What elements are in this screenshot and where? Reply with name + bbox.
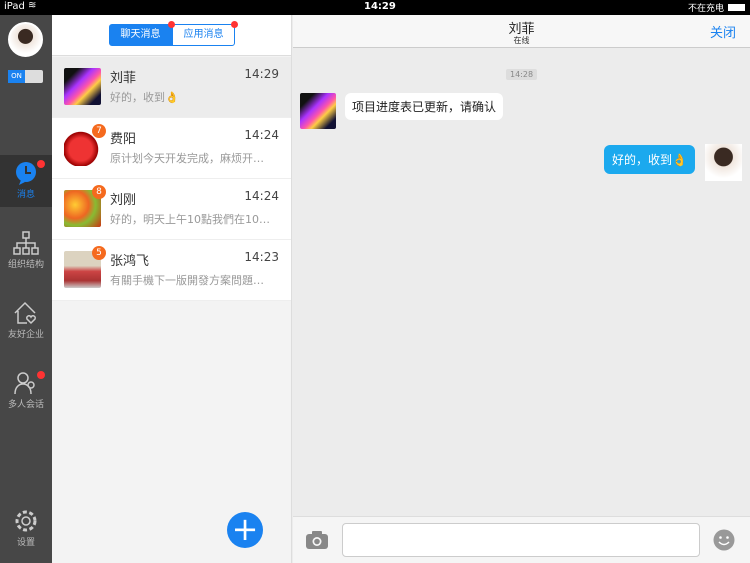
gear-icon	[15, 510, 37, 532]
clock: 14:29	[364, 1, 396, 12]
wifi-icon: ≋	[28, 0, 37, 11]
org-chart-icon	[13, 231, 39, 255]
sidebar-item-group-chat[interactable]: 多人会话	[0, 365, 52, 417]
my-avatar[interactable]	[705, 144, 742, 181]
camera-icon[interactable]	[305, 530, 329, 550]
house-heart-icon	[14, 301, 36, 325]
message-clock-icon	[16, 162, 36, 185]
status-bar: iPad ≋ 14:29 不在充电	[0, 0, 750, 15]
conversation-item[interactable]: 刘菲 14:29 好的，收到👌	[52, 57, 291, 118]
contact-avatar[interactable]	[300, 93, 336, 129]
avatar	[64, 68, 101, 105]
conversation-item[interactable]: 8 刘刚 14:24 好的，明天上午10點我們在10…	[52, 179, 291, 240]
message-bubble-sent: 好的，收到👌	[604, 145, 695, 174]
unread-dot	[168, 21, 175, 28]
conversation-panel: 聊天消息 应用消息 刘菲 14:29 好的，收到👌 7 费阳 14:24 原计划…	[52, 15, 292, 563]
device-label: iPad	[4, 1, 25, 12]
emoji-icon[interactable]	[713, 529, 735, 551]
sidebar: ON 消息 组织结构 友好企业 多人会话 设置	[0, 15, 52, 563]
chat-status: 在线	[513, 36, 530, 45]
group-icon	[14, 372, 35, 395]
sidebar-item-messages[interactable]: 消息	[0, 155, 52, 207]
unread-dot	[37, 371, 45, 379]
add-conversation-button[interactable]: +	[227, 512, 263, 548]
chat-panel: 刘菲 在线 关闭 14:28 项目进度表已更新，请确认 好的，收到👌	[293, 15, 750, 563]
sidebar-item-partners[interactable]: 友好企业	[0, 295, 52, 347]
sidebar-item-org[interactable]: 组织结构	[0, 225, 52, 277]
message-bubble-received: 项目进度表已更新，请确认	[345, 93, 504, 120]
conversation-item[interactable]: 7 费阳 14:24 原计划今天开发完成，麻烦开…	[52, 118, 291, 179]
battery-icon	[728, 4, 745, 11]
tab-chat-messages[interactable]: 聊天消息	[109, 24, 172, 46]
list-header: 聊天消息 应用消息	[52, 15, 291, 56]
battery-text: 不在充电	[688, 4, 725, 14]
user-avatar[interactable]	[8, 22, 43, 57]
unread-dot	[231, 21, 238, 28]
online-toggle[interactable]: ON	[8, 70, 43, 83]
message-timestamp: 14:28	[506, 69, 538, 80]
chat-header: 刘菲 在线 关闭	[293, 15, 750, 48]
sidebar-item-settings[interactable]: 设置	[0, 503, 52, 555]
conversation-item[interactable]: 5 张鸿飞 14:23 有關手機下一版開發方案問題…	[52, 240, 291, 301]
unread-dot	[37, 160, 45, 168]
close-button[interactable]: 关闭	[710, 22, 736, 41]
input-bar	[293, 516, 750, 563]
message-input[interactable]	[342, 523, 700, 557]
tab-app-messages[interactable]: 应用消息	[172, 24, 235, 46]
